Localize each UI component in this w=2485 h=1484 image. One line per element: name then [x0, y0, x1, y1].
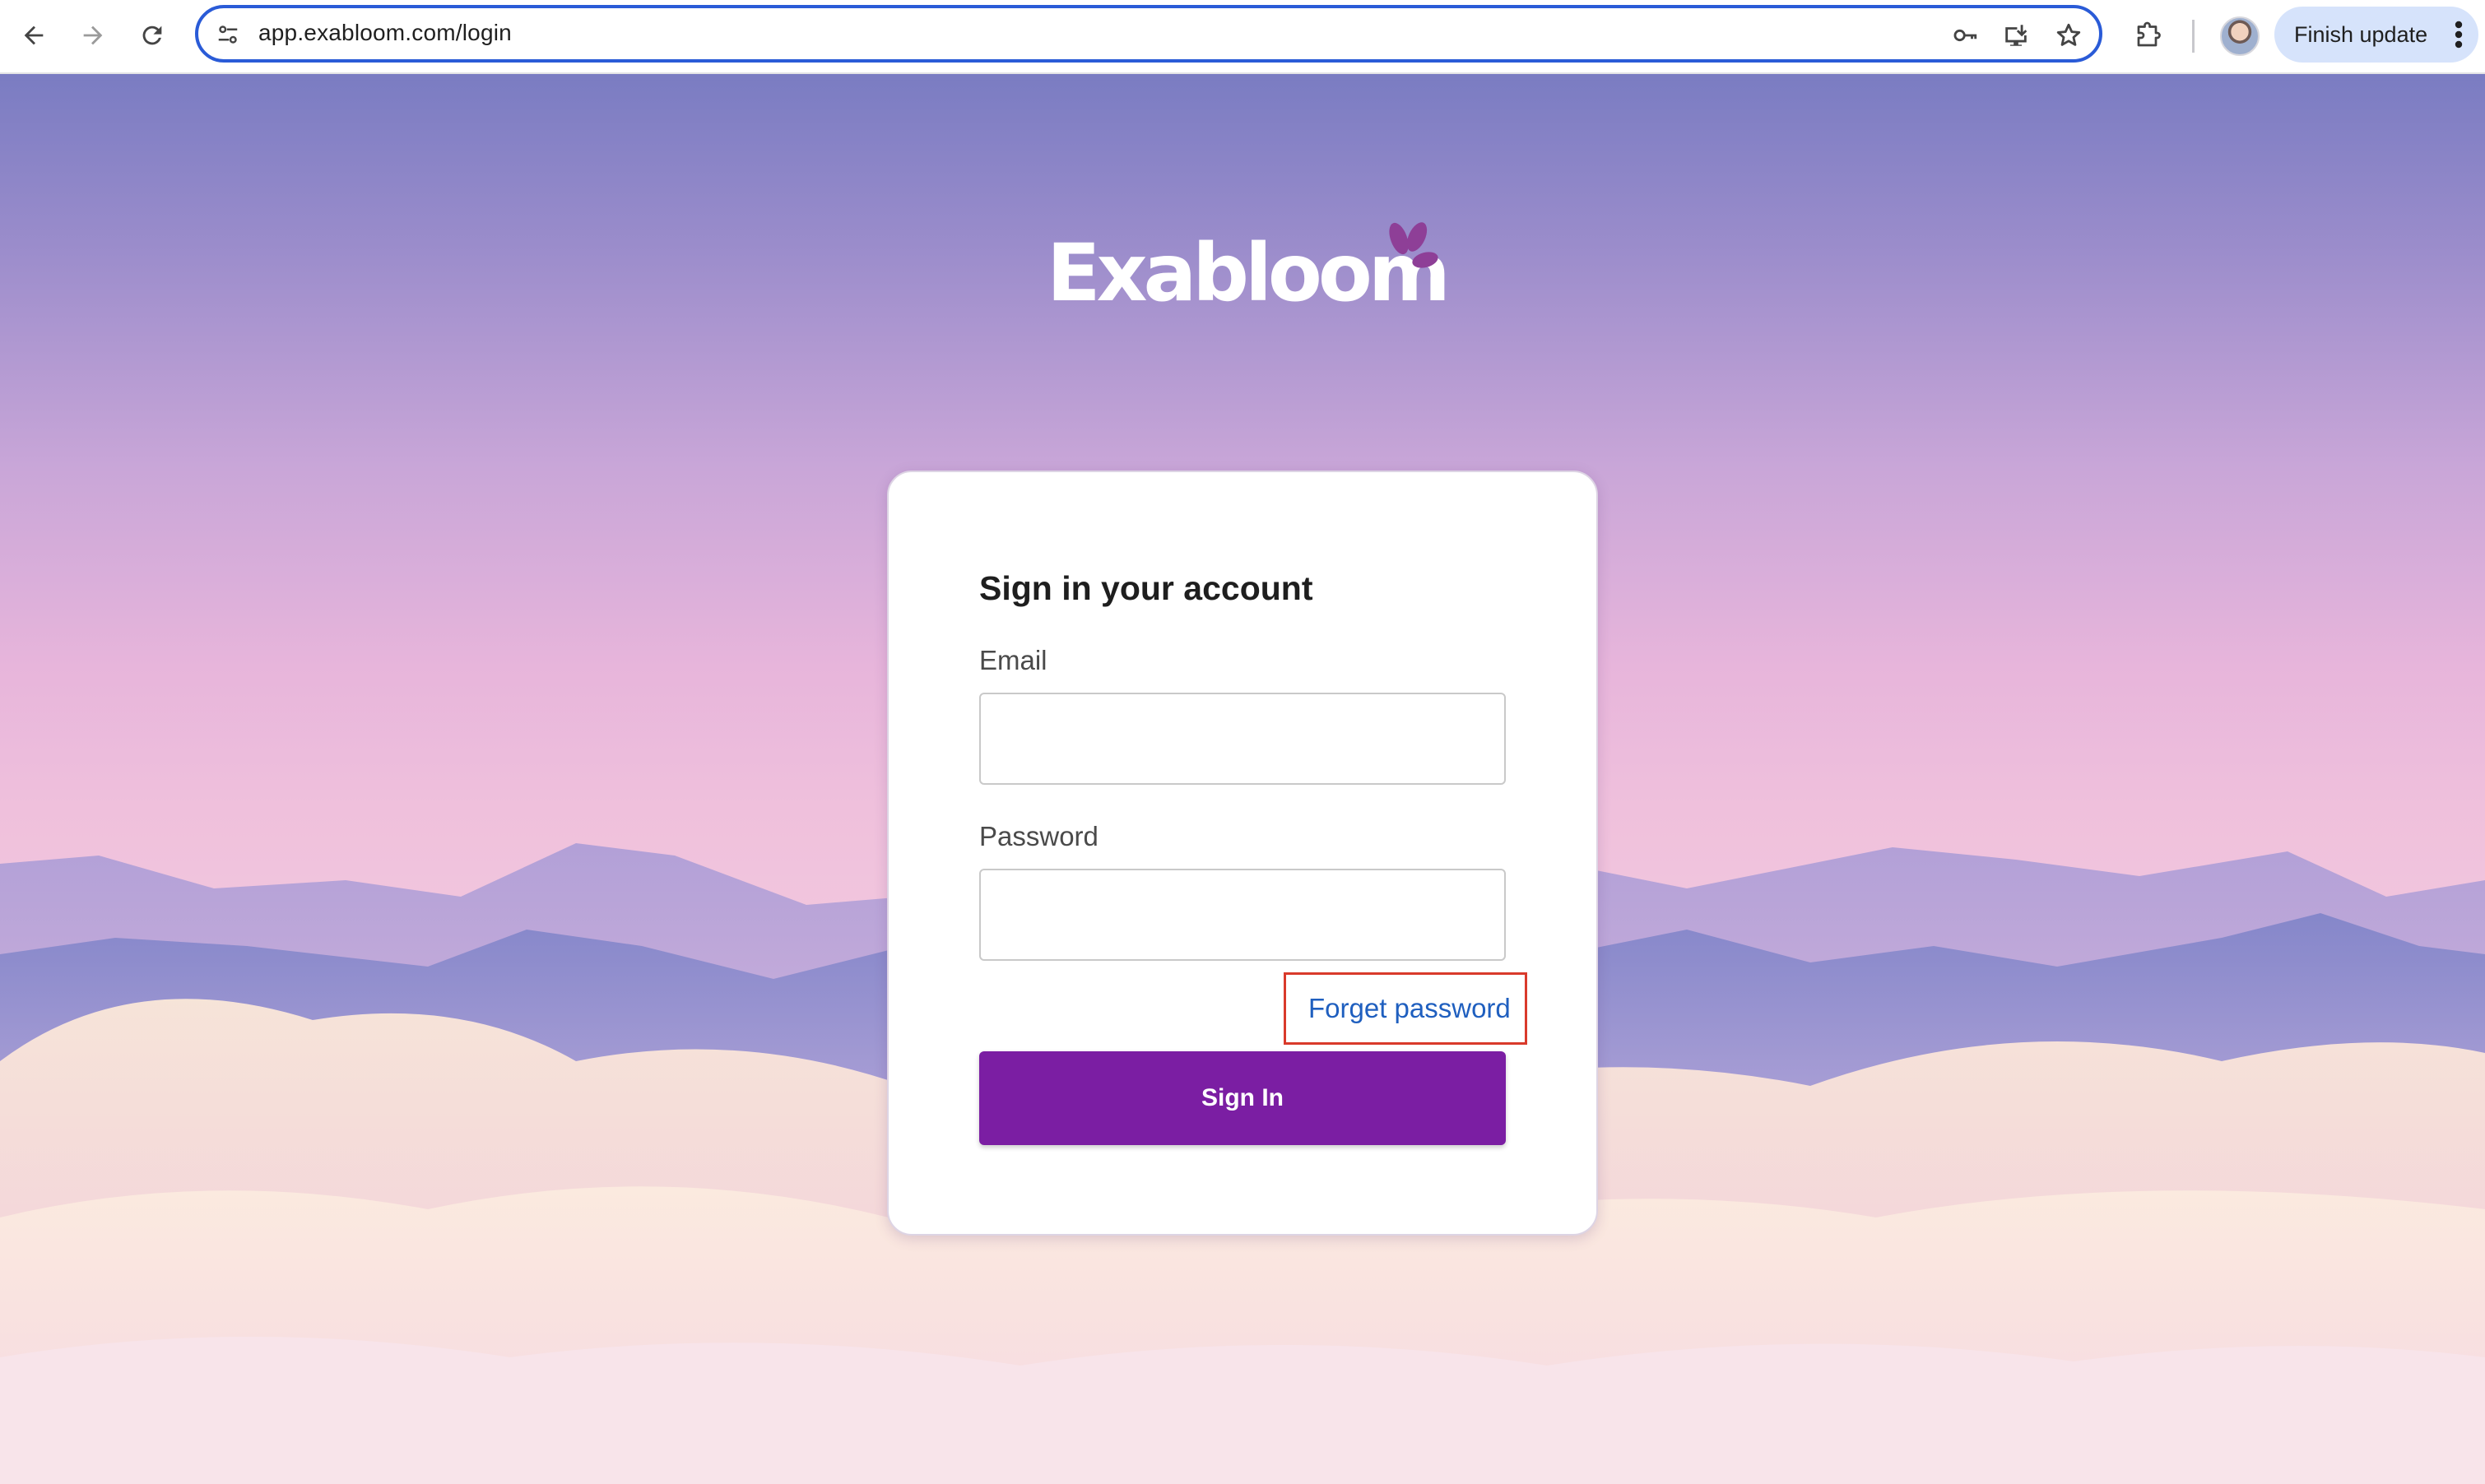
email-field[interactable] — [979, 693, 1506, 785]
install-desktop-icon[interactable] — [1999, 18, 2033, 53]
password-label: Password — [979, 821, 1099, 851]
finish-update-label: Finish update — [2294, 21, 2428, 47]
page-title: Sign in your account — [979, 569, 1313, 607]
login-card: Sign in your account Email Password Forg… — [887, 471, 1598, 1236]
email-label: Email — [979, 645, 1047, 675]
address-bar[interactable]: app.exabloom.com/login — [195, 5, 2102, 63]
forgot-password-link[interactable]: Forget password — [1308, 993, 1511, 1024]
password-field[interactable] — [979, 869, 1506, 961]
url-text: app.exabloom.com/login — [258, 20, 512, 45]
back-button[interactable] — [10, 12, 58, 59]
exabloom-logo: Exabloom — [1047, 220, 1451, 319]
sign-in-button[interactable]: Sign In — [979, 1051, 1506, 1145]
avatar[interactable] — [2220, 16, 2260, 56]
finish-update-button[interactable]: Finish update — [2274, 7, 2478, 63]
toolbar-divider — [2192, 20, 2195, 53]
flower-petals-icon — [1389, 222, 1438, 268]
arrow-left-icon — [24, 26, 44, 45]
key-icon[interactable] — [1948, 18, 1982, 53]
reload-button[interactable] — [128, 12, 176, 59]
browser-toolbar: app.exabloom.com/login Finish update — [0, 0, 2485, 74]
kebab-menu-icon — [2455, 21, 2463, 49]
forward-button[interactable] — [69, 12, 117, 59]
login-page-background: Exabloom Sign in your account Email Pass… — [0, 74, 2485, 1484]
tune-icon[interactable] — [211, 18, 244, 51]
reload-icon — [142, 26, 162, 45]
star-icon[interactable] — [2051, 18, 2086, 53]
arrow-right-icon — [83, 26, 103, 45]
puzzle-icon[interactable] — [2128, 15, 2169, 56]
